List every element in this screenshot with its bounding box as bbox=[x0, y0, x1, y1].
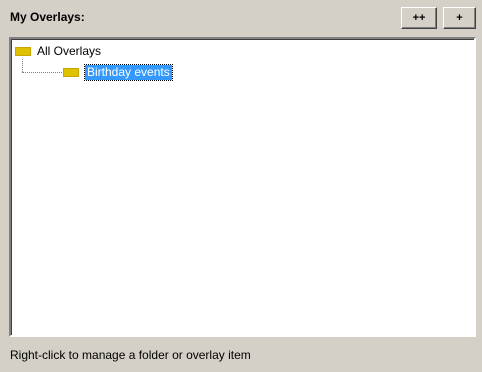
folder-icon bbox=[15, 46, 31, 56]
tree-node-all-overlays[interactable]: All Overlays bbox=[15, 43, 101, 59]
folder-icon bbox=[63, 67, 79, 77]
tree-node-label: Birthday events bbox=[84, 63, 173, 81]
add-folder-button[interactable]: ++ bbox=[401, 7, 437, 29]
tree-node-birthday-events[interactable]: Birthday events bbox=[63, 63, 173, 81]
overlays-panel: My Overlays: ++ + All Overlays Birthday … bbox=[0, 0, 482, 372]
overlay-tree[interactable]: All Overlays Birthday events bbox=[9, 37, 476, 337]
tree-connector-vertical bbox=[22, 59, 23, 72]
tree-connector-horizontal bbox=[22, 72, 62, 73]
status-hint: Right-click to manage a folder or overla… bbox=[10, 348, 251, 362]
tree-node-label: All Overlays bbox=[37, 44, 102, 58]
add-item-button[interactable]: + bbox=[443, 7, 476, 29]
panel-title: My Overlays: bbox=[10, 10, 85, 24]
